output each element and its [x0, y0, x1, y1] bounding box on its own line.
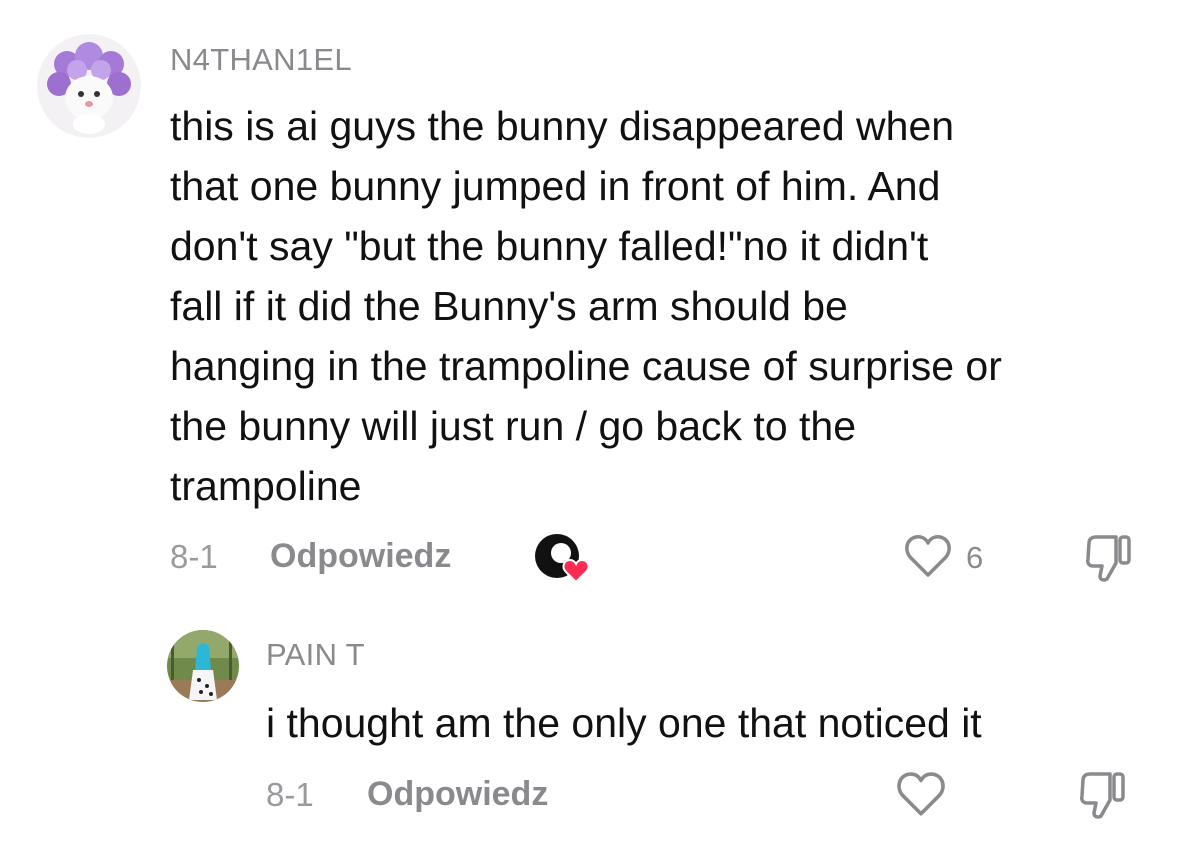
avatar[interactable] [167, 630, 239, 702]
comment-date: 8-1 [170, 538, 218, 575]
avatar[interactable] [37, 34, 141, 138]
thumbs-down-icon[interactable] [1082, 533, 1134, 585]
thumbs-down-icon[interactable] [1076, 770, 1128, 822]
heart-outline-icon[interactable] [895, 770, 947, 818]
like-count: 6 [966, 540, 984, 575]
comment-text: this is ai guys the bunny disappeared wh… [170, 103, 1002, 509]
creator-liked-heart-icon [533, 532, 593, 584]
comment-username[interactable]: N4THAN1EL [170, 42, 352, 78]
comment-text: i thought am the only one that noticed i… [266, 700, 982, 746]
reply-button[interactable]: Odpowiedz [270, 537, 451, 576]
comment-date: 8-1 [266, 776, 314, 813]
comment-username[interactable]: PAIN T [266, 637, 365, 673]
reply-button[interactable]: Odpowiedz [367, 775, 548, 814]
heart-outline-icon[interactable] [903, 533, 953, 579]
